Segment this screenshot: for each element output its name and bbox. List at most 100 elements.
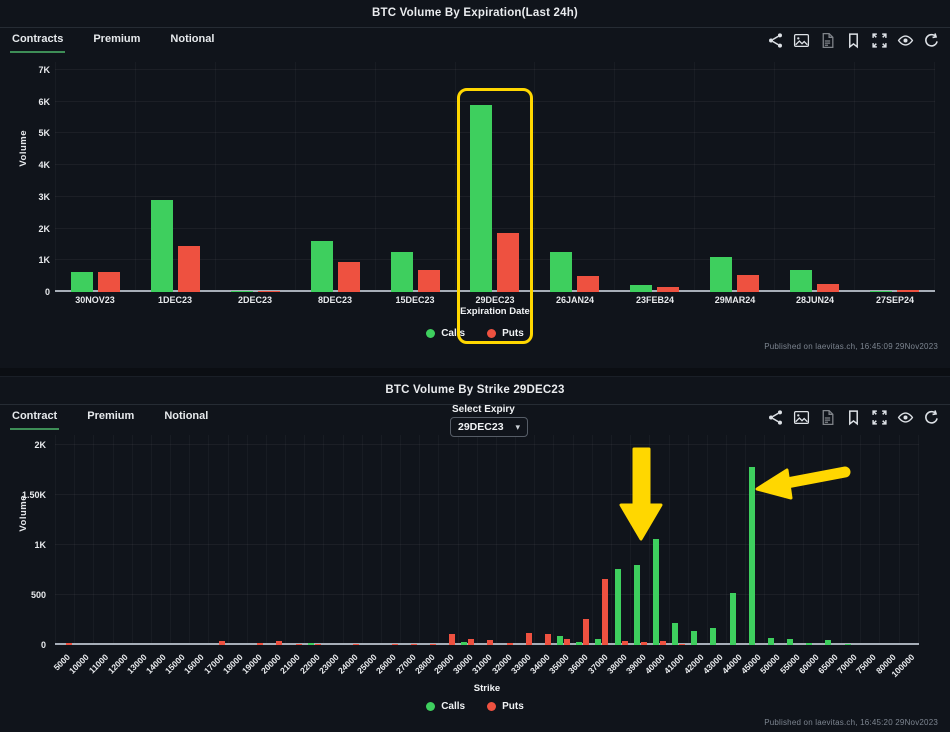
tab-premium[interactable]: Premium [91, 31, 142, 53]
x-tick-label: 34000 [528, 652, 552, 676]
bar-calls-60000[interactable] [806, 643, 812, 645]
bar-calls-45000[interactable] [749, 467, 755, 645]
bar-calls-35000[interactable] [557, 636, 563, 645]
bar-puts-22000[interactable] [315, 644, 321, 645]
bar-puts-35000[interactable] [564, 639, 570, 645]
csv-icon[interactable] [819, 32, 836, 49]
bar-calls-22000[interactable] [308, 643, 314, 645]
bar-puts-23FEB24[interactable] [657, 287, 679, 292]
legend-item-puts[interactable]: Puts [487, 328, 524, 339]
bar-calls-23FEB24[interactable] [630, 285, 652, 292]
bar-calls-44000[interactable] [730, 593, 736, 645]
bar-puts-40000[interactable] [660, 641, 666, 645]
bookmark-icon[interactable] [845, 32, 862, 49]
tab-notional[interactable]: Notional [162, 408, 210, 430]
image-icon[interactable] [793, 409, 810, 426]
bar-puts-37000[interactable] [602, 579, 608, 645]
fullscreen-icon[interactable] [871, 32, 888, 49]
refresh-icon[interactable] [923, 32, 940, 49]
bar-puts-33000[interactable] [526, 633, 532, 645]
bar-calls-30NOV23[interactable] [71, 272, 93, 292]
bar-calls-30000[interactable] [461, 642, 467, 645]
legend-item-puts[interactable]: Puts [487, 701, 524, 712]
bar-calls-29MAR24[interactable] [710, 257, 732, 292]
bar-calls-38000[interactable] [615, 569, 621, 645]
eye-icon[interactable] [897, 32, 914, 49]
bar-puts-19000[interactable] [257, 643, 263, 645]
bar-calls-27SEP24[interactable] [870, 291, 892, 292]
eye-icon[interactable] [897, 409, 914, 426]
bar-calls-39000[interactable] [634, 565, 640, 645]
category-30000 [459, 435, 478, 645]
bar-calls-65000[interactable] [825, 640, 831, 645]
bar-calls-37000[interactable] [595, 639, 601, 645]
chart-legend: Calls Puts [0, 328, 950, 339]
bar-puts-32000[interactable] [507, 643, 513, 645]
bar-puts-27000[interactable] [411, 644, 417, 645]
x-tick-label: 15DEC23 [375, 295, 455, 305]
bar-calls-15DEC23[interactable] [391, 252, 413, 292]
bar-calls-43000[interactable] [710, 628, 716, 645]
bar-puts-28000[interactable] [430, 644, 436, 645]
bar-calls-2DEC23[interactable] [231, 291, 253, 292]
bar-calls-8DEC23[interactable] [311, 241, 333, 292]
bookmark-icon[interactable] [845, 409, 862, 426]
legend-item-calls[interactable]: Calls [426, 701, 465, 712]
bar-calls-36000[interactable] [576, 642, 582, 645]
bar-puts-30NOV23[interactable] [98, 272, 120, 292]
bar-puts-2DEC23[interactable] [258, 291, 280, 292]
bar-puts-20000[interactable] [276, 641, 282, 645]
x-tick-label: 32000 [489, 652, 513, 676]
tab-contracts[interactable]: Contracts [10, 31, 65, 53]
csv-icon[interactable] [819, 409, 836, 426]
fullscreen-icon[interactable] [871, 409, 888, 426]
tab-notional[interactable]: Notional [168, 31, 216, 53]
share-icon[interactable] [767, 409, 784, 426]
bar-puts-39000[interactable] [641, 642, 647, 645]
bar-puts-34000[interactable] [545, 634, 551, 645]
bar-puts-17000[interactable] [219, 641, 225, 645]
select-expiry-value-box[interactable]: 29DEC23 ▾ [450, 417, 528, 437]
bar-puts-26JAN24[interactable] [577, 276, 599, 292]
bar-calls-42000[interactable] [691, 631, 697, 645]
bar-puts-29000[interactable] [449, 634, 455, 645]
x-tick-label: 28000 [413, 652, 437, 676]
bar-calls-26JAN24[interactable] [550, 252, 572, 292]
bar-puts-8DEC23[interactable] [338, 262, 360, 292]
bar-puts-29MAR24[interactable] [737, 275, 759, 292]
category-17000 [209, 435, 228, 645]
tab-premium[interactable]: Premium [85, 408, 136, 430]
bar-calls-29DEC23[interactable] [470, 105, 492, 292]
category-34000 [535, 435, 554, 645]
bar-calls-41000[interactable] [672, 623, 678, 645]
image-icon[interactable] [793, 32, 810, 49]
y-tick-label: 7K [38, 65, 50, 75]
bar-puts-26000[interactable] [392, 644, 398, 645]
bar-puts-36000[interactable] [583, 619, 589, 645]
y-axis-ticks: 05001K1.50K2K [0, 435, 46, 645]
bar-puts-1DEC23[interactable] [178, 246, 200, 292]
bar-calls-55000[interactable] [787, 639, 793, 645]
bar-puts-27SEP24[interactable] [897, 290, 919, 292]
bar-calls-50000[interactable] [768, 638, 774, 645]
bar-puts-21000[interactable] [296, 644, 302, 645]
bar-calls-70000[interactable] [845, 644, 851, 645]
bar-puts-28JUN24[interactable] [817, 284, 839, 292]
tab-contract[interactable]: Contract [10, 408, 59, 430]
select-expiry-dropdown[interactable]: Select Expiry 29DEC23 ▾ [450, 404, 528, 437]
bar-puts-29DEC23[interactable] [497, 233, 519, 292]
bar-calls-28JUN24[interactable] [790, 270, 812, 292]
bar-calls-40000[interactable] [653, 539, 659, 645]
bar-puts-41000[interactable] [679, 644, 685, 645]
legend-item-calls[interactable]: Calls [426, 328, 465, 339]
bar-puts-24000[interactable] [353, 644, 359, 645]
bar-puts-38000[interactable] [622, 641, 628, 645]
bar-calls-1DEC23[interactable] [151, 200, 173, 292]
bar-puts-15DEC23[interactable] [418, 270, 440, 292]
bar-puts-31000[interactable] [487, 640, 493, 645]
share-icon[interactable] [767, 32, 784, 49]
category-45000 [746, 435, 765, 645]
bar-puts-5000[interactable] [66, 643, 72, 645]
refresh-icon[interactable] [923, 409, 940, 426]
bar-puts-30000[interactable] [468, 639, 474, 645]
